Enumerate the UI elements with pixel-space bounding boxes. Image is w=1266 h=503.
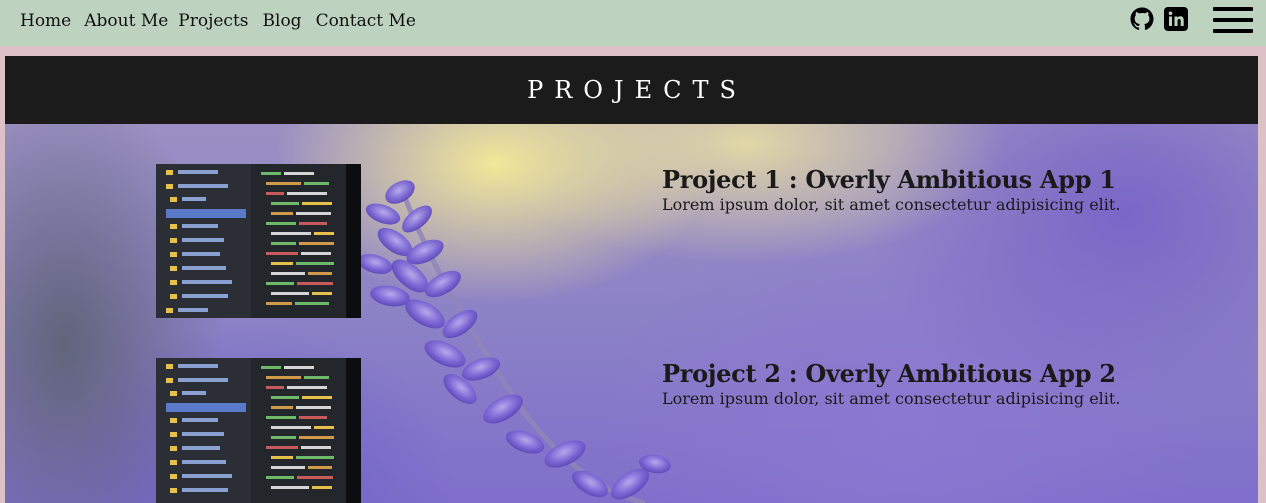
project-text: Project 1 : Overly Ambitious App 1 Lorem… — [662, 164, 1120, 214]
nav-link-about-me[interactable]: About Me — [84, 10, 168, 32]
hamburger-menu-icon[interactable] — [1213, 7, 1253, 33]
nav-link-blog[interactable]: Blog — [263, 10, 302, 32]
project-text: Project 2 : Overly Ambitious App 2 Lorem… — [662, 358, 1120, 408]
projects-panel: PROJECTS Project 1: Overly Ambitious Ap… — [5, 56, 1258, 503]
social-icons — [1130, 7, 1188, 31]
nav-link-home[interactable]: Home — [20, 10, 71, 32]
projects-header: PROJECTS — [5, 56, 1258, 124]
linkedin-icon[interactable] — [1164, 7, 1188, 31]
github-icon[interactable] — [1130, 7, 1154, 31]
nav-link-contact-me[interactable]: Contact Me — [316, 10, 416, 32]
top-navbar: Home About Me Projects Blog Contact Me — [0, 0, 1266, 46]
code-screenshot-image — [156, 358, 361, 503]
hamburger-bar — [1213, 7, 1253, 11]
project-thumbnail[interactable] — [156, 358, 361, 503]
hamburger-bar — [1213, 18, 1253, 22]
page-title: PROJECTS — [527, 76, 747, 104]
project-description: Lorem ipsum dolor, sit amet consectetur … — [662, 389, 1121, 408]
hamburger-bar — [1213, 29, 1253, 33]
project-title[interactable]: Project 1 : Overly Ambitious App 1 — [662, 164, 1120, 196]
code-screenshot-image — [156, 164, 361, 318]
nav-link-projects[interactable]: Projects — [178, 10, 248, 32]
project-title[interactable]: Project 2 : Overly Ambitious App 2 — [662, 358, 1120, 390]
nav-links: Home About Me Projects Blog Contact Me — [20, 10, 416, 32]
project-description: Lorem ipsum dolor, sit amet consectetur … — [662, 195, 1121, 214]
project-thumbnail[interactable] — [156, 164, 361, 318]
